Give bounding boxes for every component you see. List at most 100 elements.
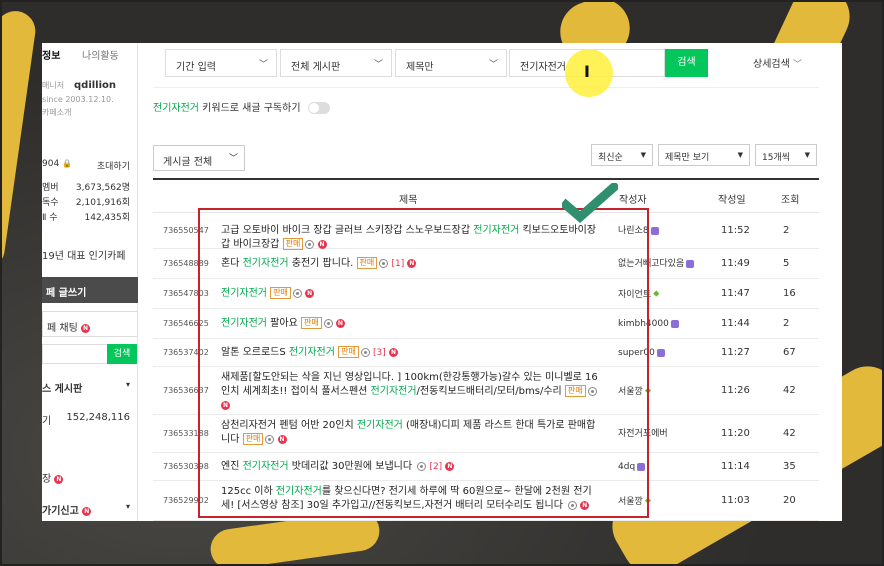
member-count-row: 904 🔒 초대하기 [42,159,130,172]
view-select[interactable]: 제목만 보기 ▼ [658,144,750,166]
chevron-down-icon: ▾ [125,380,130,389]
post-author[interactable]: 나린소8 [618,225,708,238]
popular-cafe-badge: 19년 대표 인기카페 [42,251,126,262]
author-name: 서울깡 [618,387,643,397]
post-type-filter-label: 게시글 전체 [163,157,213,168]
post-title-link[interactable]: 고급 오토바이 바이크 장갑 글러브 스키장갑 스노우보드장갑 전기자전거 킥보… [221,224,601,252]
subscribe-toggle[interactable] [307,102,330,114]
board-count-value: 152,248,116 [66,412,130,423]
post-id: 736537402 [163,348,209,357]
author-name: 4dq [618,462,636,472]
new-badge-icon: N [82,506,92,516]
browser-screen: 정보 나의활동 매니저 qdillion since 2003.12.10. 카… [42,43,842,521]
table-row[interactable]: 736547803 전기자전거 판매 N 자이언트 ⬥ 11:47 16 [153,279,819,309]
post-date: 11:20 [721,428,750,439]
lock-icon: 🔒 [62,159,73,168]
post-title-keyword: 전기자전거 [242,461,289,472]
table-row[interactable]: 736529902 125cc 이하 전기자전거를 찾으신다면? 전기세 하루에 … [153,481,819,521]
header-date: 작성일 [718,195,746,206]
chevron-down-icon: ﹀ [373,60,383,70]
post-author[interactable]: kimbh4000 [618,318,708,331]
board-select[interactable]: 전체 게시판 ﹀ [280,49,392,77]
post-author[interactable]: 자이언트 ⬥ [618,288,708,302]
detail-search-label: 상세검색 [753,59,790,70]
post-author[interactable]: 서울깡 ⬥ [618,385,708,399]
comment-count[interactable]: [2] [429,462,442,472]
sale-badge: 판매 [300,317,322,329]
post-title-text: 팔아요 [267,318,298,329]
post-id: 736546625 [163,319,209,328]
check-mark-icon [562,183,618,223]
board-count-row: 기 152,248,116 [42,412,130,427]
tab-my-activity[interactable]: 나의활동 [82,47,119,62]
stat-members-value: 3,673,562명 [75,183,130,193]
table-row[interactable]: 736546625 전기자전거 팔아요 판매 Nkimbh4000 11:44 2 [153,309,819,339]
post-title-link[interactable]: 전기자전거 판매 N [221,287,601,301]
chevron-down-icon: ▼ [640,151,646,159]
header-title: 제목 [399,195,418,206]
post-views: 2 [783,225,790,236]
camera-icon [417,461,427,471]
post-date: 11:47 [721,288,750,299]
post-title-link[interactable]: 삼천리자전거 펜텀 어반 20인치 전기자전거 (매장내)디피 제품 라스트 한… [221,419,601,447]
manager-label: 매니저 [42,81,65,90]
post-author[interactable]: 서울깡 ⬥ [618,495,708,509]
level-icon: ⬥ [653,289,660,299]
post-author[interactable]: 없는거빼고다있음 [618,258,708,271]
post-title-link[interactable]: 혼다 전기자전거 충전기 팝니다. 판매 [1] N [221,257,601,271]
comment-count[interactable]: [3] [373,348,386,358]
board-title[interactable]: 스 게시판 ▾ [42,380,130,395]
manager-name[interactable]: qdillion [74,80,116,91]
detail-search-button[interactable]: 상세검색 ﹀ [753,55,802,70]
comment-count[interactable]: [1] [391,259,404,269]
post-author[interactable]: super00 [618,347,708,360]
post-title-link[interactable]: 새제품[할도안되는 삭을 지닌 영상입니다. ] 100km(한강통행가능)갈수… [221,371,601,413]
post-views: 35 [783,461,796,472]
post-title-keyword: 전기자전거 [473,225,520,236]
post-title-keyword: 전기자전거 [370,386,417,397]
post-title-link[interactable]: 엔진 전기자전거 밧데리값 30만원에 보냅니다 [2] N [221,460,601,474]
table-row[interactable]: 736536637 새제품[할도안되는 삭을 지닌 영상입니다. ] 100km(… [153,367,819,415]
post-id: 736547803 [163,289,209,298]
post-date: 11:44 [721,318,750,329]
camera-icon [305,239,315,249]
period-select[interactable]: 기간 입력 ﹀ [165,49,277,77]
search-button[interactable]: 검색 [665,49,708,77]
sidebar-item-jang[interactable]: 장 N [42,470,64,485]
post-type-filter[interactable]: 게시글 전체 ﹀ [153,145,245,171]
post-id: 736533188 [163,429,209,438]
stat-members-label: 멤버 [42,183,59,193]
table-row[interactable]: 736537402 알톤 오르로드S 전기자전거 판매 [3] Nsuper00 1… [153,339,819,367]
post-title-link[interactable]: 125cc 이하 전기자전거를 찾으신다면? 전기세 하루에 딱 60원으로~ … [221,485,601,513]
invite-button[interactable]: 초대하기 [97,159,130,172]
post-id: 736530398 [163,462,209,471]
tab-cafe-info[interactable]: 정보 [42,47,60,62]
level-icon: ⬥ [644,496,652,506]
post-title-link[interactable]: 전기자전거 팔아요 판매 N [221,317,601,331]
table-row[interactable]: 736533188 삼천리자전거 펜텀 어반 20인치 전기자전거 (매장내)디피… [153,415,819,453]
stat-posts-value: 142,435회 [84,213,131,223]
sidebar-search-input[interactable] [42,344,108,364]
sidebar-search-button[interactable]: 검색 [107,344,137,364]
count-select[interactable]: 15개씩 ▼ [755,144,817,166]
text-cursor-icon: I [584,62,590,81]
level-icon [686,259,695,268]
new-badge-icon: N [221,400,230,410]
author-name: 나린소8 [618,226,649,236]
write-post-button[interactable]: 페 글쓰기 [42,277,138,303]
report-menu[interactable]: 가기신고 N ▾ [42,502,130,517]
level-icon [650,226,659,235]
post-author[interactable]: 자전거포에버 [618,428,708,441]
table-row[interactable]: 736550547 고급 오토바이 바이크 장갑 글러브 스키장갑 스노우보드장갑… [153,213,819,252]
table-row[interactable]: 736530398 엔진 전기자전거 밧데리값 30만원에 보냅니다 [2] N 4… [153,453,819,481]
cafe-chat-label: 페 채팅 [47,323,78,334]
post-title-link[interactable]: 알톤 오르로드S 전기자전거 판매 [3] N [221,346,601,360]
cafe-intro-link[interactable]: 카페소개 [42,107,71,118]
scope-select[interactable]: 제목만 ﹀ [395,49,507,77]
post-author[interactable]: 4dq [618,461,708,474]
table-row[interactable]: 736548889 혼다 전기자전거 충전기 팝니다. 판매 [1] N 없는거빼고… [153,249,819,279]
cafe-chat-button[interactable]: 페 채팅 N [42,311,138,337]
post-date: 11:03 [721,495,750,506]
sort-select[interactable]: 최신순 ▼ [591,144,653,166]
post-id: 736536637 [163,386,209,395]
